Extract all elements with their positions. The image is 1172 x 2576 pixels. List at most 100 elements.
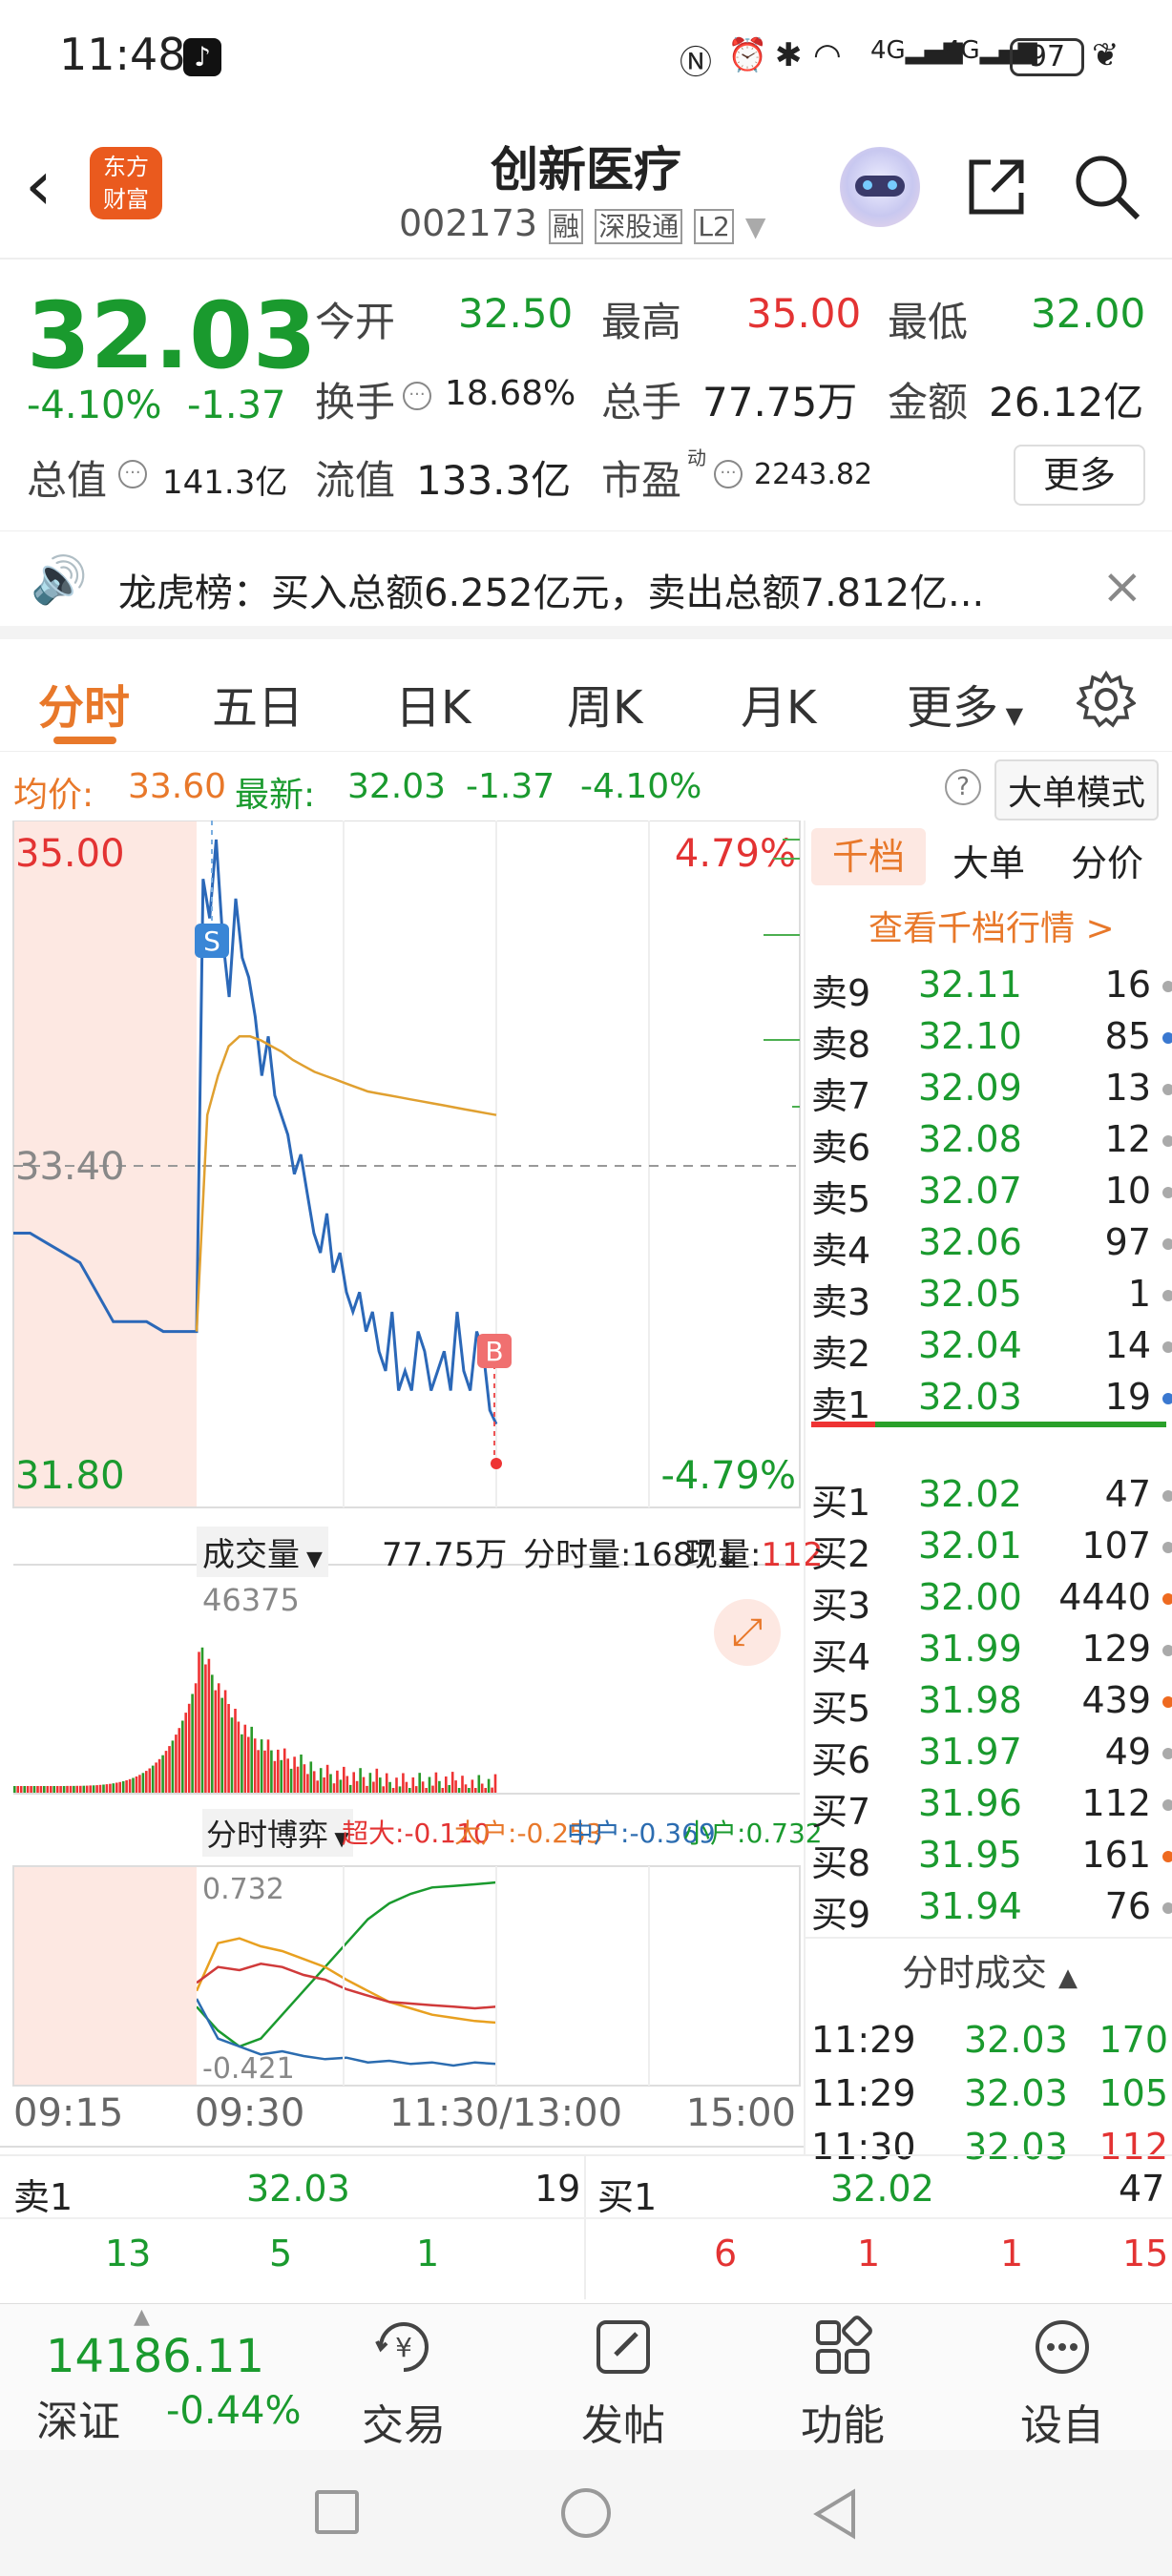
amount-label: 金额	[888, 379, 969, 426]
system-nav-bar	[0, 2450, 1172, 2576]
volume-bar	[207, 1658, 211, 1794]
bid-dot	[1162, 1748, 1172, 1759]
info-icon[interactable]: ···	[714, 460, 743, 488]
notice-bar[interactable]: 🔊 龙虎榜：买入总额6.252亿元，卖出总额7.812亿... ×	[0, 530, 1172, 639]
tab-week-k[interactable]: 周K	[567, 670, 642, 737]
expand-icon[interactable]: ⤢	[714, 1599, 781, 1666]
tag-connect: 深股通	[595, 209, 683, 244]
ask-row[interactable]: 卖5 32.07 10	[811, 1170, 1172, 1221]
back-nav-icon[interactable]	[811, 2488, 859, 2540]
bigplayer-selector[interactable]: 分时博弈 ▼	[202, 1809, 353, 1857]
last-price: 32.03	[27, 282, 317, 389]
home-icon[interactable]	[561, 2488, 611, 2538]
bid-price: 31.95	[918, 1834, 1022, 1876]
ask-row[interactable]: 卖3 32.05 1	[811, 1273, 1172, 1324]
volume-bar	[316, 1780, 319, 1794]
volume-bar	[73, 1785, 75, 1794]
bid-row[interactable]: 买7 31.96 112	[811, 1782, 1172, 1834]
function-button[interactable]: 功能	[781, 2313, 905, 2452]
bid-row[interactable]: 买4 31.99 129	[811, 1628, 1172, 1679]
info-icon[interactable]: ···	[403, 382, 431, 410]
ask-row[interactable]: 卖4 32.06 97	[811, 1221, 1172, 1273]
pe-value: 2243.82	[754, 458, 873, 491]
volume-bar	[329, 1774, 332, 1794]
ask-row[interactable]: 卖8 32.10 85	[811, 1015, 1172, 1067]
bid-row[interactable]: 买5 31.98 439	[811, 1679, 1172, 1731]
buy-queue-item: 1	[1000, 2233, 1024, 2275]
buy-queue-item: 6	[714, 2233, 738, 2275]
ask-row[interactable]: 卖1 32.03 19	[811, 1376, 1172, 1427]
bid-level: 买3	[811, 1585, 871, 1627]
trades-header[interactable]: 分时成交 ▲	[806, 1937, 1172, 2013]
ask-price: 32.05	[918, 1273, 1022, 1315]
float-value: 133.3亿	[416, 457, 572, 504]
bid-level: 买2	[811, 1533, 871, 1575]
trade-volume: 105	[1099, 2072, 1168, 2114]
tiktok-icon: ♪	[183, 38, 221, 76]
volume-bar	[260, 1739, 263, 1794]
ask-row[interactable]: 卖6 32.08 12	[811, 1118, 1172, 1170]
close-icon[interactable]: ×	[1101, 558, 1143, 615]
tab-price-split[interactable]: 分价	[1071, 834, 1143, 886]
edit-icon	[596, 2320, 650, 2374]
volume-bar	[398, 1786, 402, 1794]
notice-text[interactable]: 龙虎榜：买入总额6.252亿元，卖出总额7.812亿...	[118, 562, 984, 617]
nfc-icon: Ⓝ	[680, 44, 712, 82]
more-button[interactable]: 更多	[1014, 445, 1145, 506]
big-order-mode-button[interactable]: 大单模式	[994, 759, 1160, 821]
tab-day-k[interactable]: 日K	[395, 670, 471, 737]
dropdown-icon[interactable]: ▼	[745, 211, 766, 242]
help-icon[interactable]: ?	[945, 769, 981, 805]
tab-more[interactable]: 更多 ▼	[907, 670, 1023, 737]
volume-bar	[237, 1721, 241, 1794]
settings-gear-icon[interactable]	[1077, 670, 1136, 729]
bid-row[interactable]: 买6 31.97 49	[811, 1731, 1172, 1782]
ask-price: 32.08	[918, 1118, 1022, 1160]
volume-bar	[220, 1697, 223, 1794]
info-icon[interactable]: ···	[118, 460, 147, 488]
volume-bar	[487, 1778, 491, 1794]
ask-row[interactable]: 卖9 32.11 16	[811, 964, 1172, 1015]
tab-big-order[interactable]: 大单	[952, 834, 1025, 886]
robot-avatar-icon[interactable]	[840, 147, 920, 227]
index-value[interactable]: 14186.11	[46, 2330, 264, 2383]
ask-level: 卖7	[811, 1075, 871, 1117]
post-button[interactable]: 发帖	[561, 2313, 685, 2452]
bid-level: 买6	[811, 1739, 871, 1781]
ask-row[interactable]: 卖2 32.04 14	[811, 1324, 1172, 1376]
volume-bar	[50, 1786, 52, 1794]
recent-apps-icon[interactable]	[315, 2490, 359, 2534]
bid-row[interactable]: 买9 31.94 76	[811, 1885, 1172, 1937]
tab-five-day[interactable]: 五日	[212, 670, 303, 737]
tab-thousand[interactable]: 千档	[811, 828, 926, 885]
volume-bar	[112, 1783, 115, 1794]
bid-level: 买9	[811, 1894, 871, 1936]
status-bar: 11:48 ♪ Ⓝ ⏰ ✱ ◠ 4G▂▄▆ 4G▂▄▆ 97 ❦	[0, 0, 1172, 114]
ask-row[interactable]: 卖7 32.09 13	[811, 1067, 1172, 1118]
bid-row[interactable]: 买1 32.02 47	[811, 1473, 1172, 1525]
intraday-chart[interactable]: S B 35.00 33.40 31.80 4.79% -4.79% 0.732…	[0, 821, 804, 2156]
volume-selector[interactable]: 成交量 ▼	[197, 1527, 328, 1577]
trade-time: 11:29	[811, 2072, 916, 2114]
tab-month-k[interactable]: 月K	[741, 670, 816, 737]
tab-intraday[interactable]: 分时	[38, 670, 130, 737]
turnover-value: 18.68%	[445, 374, 576, 413]
bid-row[interactable]: 买8 31.95 161	[811, 1834, 1172, 1885]
view-thousand-link[interactable]: 查看千档行情 >	[869, 901, 1115, 950]
bid-row[interactable]: 买2 32.01 107	[811, 1525, 1172, 1576]
bid-price: 31.99	[918, 1628, 1022, 1670]
volume-bar	[194, 1683, 198, 1794]
volume-bar	[247, 1736, 250, 1794]
trade-button[interactable]: ¥ 交易	[342, 2313, 466, 2452]
function-label: 功能	[801, 2401, 885, 2450]
bid-row[interactable]: 买3 32.00 4440	[811, 1576, 1172, 1628]
volume-bar	[23, 1786, 26, 1794]
volume-bar	[339, 1779, 343, 1794]
volume-bar	[375, 1768, 379, 1794]
search-icon[interactable]	[1071, 151, 1143, 223]
battery-icon: 97	[1010, 38, 1084, 76]
volume-bar	[368, 1773, 372, 1794]
ask-dot	[1162, 1084, 1172, 1095]
volume-bar	[118, 1781, 121, 1794]
share-icon[interactable]	[962, 153, 1031, 221]
